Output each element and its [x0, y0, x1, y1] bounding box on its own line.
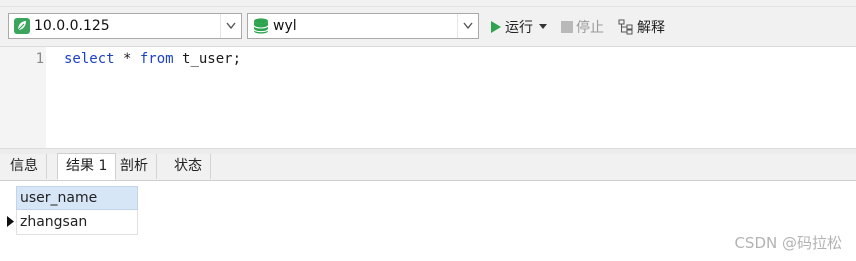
- explain-label: 解释: [637, 20, 665, 36]
- connection-value: 10.0.0.125: [34, 18, 110, 34]
- code-table: t_user;: [173, 51, 242, 67]
- explain-tree-icon: [618, 19, 633, 35]
- code-star: *: [114, 51, 140, 67]
- explain-button[interactable]: 解释: [618, 17, 665, 37]
- stop-button[interactable]: 停止: [561, 17, 604, 37]
- leaf-connection-icon: [13, 17, 31, 39]
- result-grid: user_name zhangsan: [0, 181, 856, 261]
- chevron-down-icon[interactable]: [457, 14, 478, 38]
- watermark: CSDN @码拉松: [734, 234, 842, 252]
- run-button[interactable]: 运行: [490, 17, 547, 37]
- keyword-from: from: [139, 51, 174, 67]
- query-toolbar: 10.0.0.125 wyl 运行 停止 解释: [0, 0, 856, 47]
- line-gutter: 1: [0, 47, 46, 148]
- stop-label: 停止: [576, 20, 604, 36]
- database-icon: [252, 17, 270, 39]
- table-cell[interactable]: zhangsan: [16, 210, 138, 235]
- run-label: 运行: [505, 20, 533, 36]
- database-select[interactable]: wyl: [247, 13, 479, 39]
- play-icon: [491, 21, 501, 33]
- result-tabs: 信息 结果 1 剖析 状态: [0, 153, 856, 181]
- sql-editor[interactable]: 1 select * from t_user;: [0, 47, 856, 148]
- code-line[interactable]: select * from t_user;: [64, 51, 241, 67]
- top-strip: [0, 0, 856, 7]
- database-value: wyl: [273, 18, 297, 34]
- caret-down-icon[interactable]: [539, 24, 547, 30]
- chevron-down-icon[interactable]: [220, 14, 241, 38]
- keyword-select: select: [64, 51, 115, 67]
- tab-info[interactable]: 信息: [2, 154, 47, 179]
- tab-profile[interactable]: 剖析: [112, 154, 157, 179]
- tab-status[interactable]: 状态: [166, 154, 211, 179]
- stop-icon: [561, 21, 573, 33]
- line-number: 1: [35, 51, 44, 67]
- row-indicator-icon: [7, 216, 14, 227]
- column-header-user-name[interactable]: user_name: [16, 186, 138, 210]
- connection-select[interactable]: 10.0.0.125: [8, 13, 242, 39]
- tab-result-1[interactable]: 结果 1: [57, 153, 117, 180]
